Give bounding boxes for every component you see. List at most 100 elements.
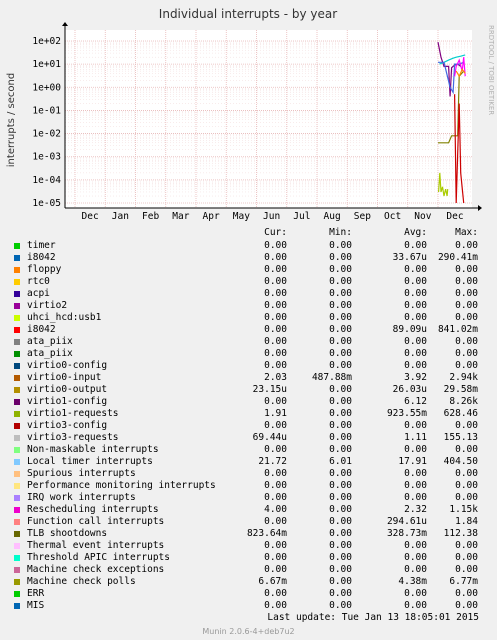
legend-label: ata_piix xyxy=(27,348,73,359)
legend-swatch xyxy=(14,291,20,297)
legend-row: Machine check exceptions 0.00 0.00 0.00 0.00 xyxy=(0,564,497,576)
legend-max-value: 0.00 xyxy=(455,444,478,455)
legend-max-value: 0.00 xyxy=(455,300,478,311)
legend-min-value: 487.88m xyxy=(311,372,352,383)
legend-min-value: 0.00 xyxy=(329,264,352,275)
legend-max-value: 0.00 xyxy=(455,480,478,491)
legend-max-value: 0.00 xyxy=(455,312,478,323)
legend-swatch xyxy=(14,519,20,525)
legend-min-value: 0.00 xyxy=(329,528,352,539)
y-tick-label: 1e+02 xyxy=(32,36,61,47)
legend-swatch xyxy=(14,411,20,417)
header-max: Max: xyxy=(455,227,478,238)
x-tick-label: Dec xyxy=(82,211,99,222)
legend-label: acpi xyxy=(27,288,50,299)
legend-min-value: 0.00 xyxy=(329,300,352,311)
legend-row: i8042 0.00 0.00 89.09u 841.02m xyxy=(0,324,497,336)
legend-row: Thermal event interrupts 0.00 0.00 0.00 0.00 xyxy=(0,540,497,552)
legend-label: floppy xyxy=(27,264,62,275)
legend-label: virtio0-config xyxy=(27,360,108,371)
x-tick-label: Feb xyxy=(142,211,159,222)
x-tick-label: Nov xyxy=(414,211,431,222)
legend-max-value: 6.77m xyxy=(449,576,478,587)
legend-max-value: 0.00 xyxy=(455,288,478,299)
last-update: Last update: Tue Jan 13 18:05:01 2015 xyxy=(267,612,479,623)
legend-swatch xyxy=(14,255,20,261)
legend-label: Performance monitoring interrupts xyxy=(27,480,216,491)
legend-row: Rescheduling interrupts 4.00 0.00 2.32 1.15k xyxy=(0,504,497,516)
legend-row: timer 0.00 0.00 0.00 0.00 xyxy=(0,240,497,252)
x-axis-arrow xyxy=(478,205,482,211)
legend-swatch xyxy=(14,303,20,309)
legend-swatch xyxy=(14,387,20,393)
legend-max-value: 1.84 xyxy=(455,516,478,527)
legend-row: rtc0 0.00 0.00 0.00 0.00 xyxy=(0,276,497,288)
legend-max-value: 0.00 xyxy=(455,336,478,347)
legend-row: ata_piix 0.00 0.00 0.00 0.00 xyxy=(0,348,497,360)
legend-min-value: 0.00 xyxy=(329,312,352,323)
legend-swatch xyxy=(14,543,20,549)
legend-swatch xyxy=(14,555,20,561)
plot-background xyxy=(65,30,472,208)
legend-row: Function call interrupts 0.00 0.00 294.61u 1… xyxy=(0,516,497,528)
legend-max-value: 8.26k xyxy=(449,396,478,407)
legend-swatch xyxy=(14,471,20,477)
y-axis-arrow xyxy=(62,22,68,26)
legend-row: MIS 0.00 0.00 0.00 0.00 xyxy=(0,600,497,612)
x-tick-label: May xyxy=(233,211,250,222)
legend-swatch xyxy=(14,339,20,345)
legend-label: Non-maskable interrupts xyxy=(27,444,159,455)
legend-min-value: 0.00 xyxy=(329,360,352,371)
legend-row: virtio3-config 0.00 0.00 0.00 0.00 xyxy=(0,420,497,432)
legend-max-value: 0.00 xyxy=(455,552,478,563)
legend-max-value: 0.00 xyxy=(455,348,478,359)
munin-version: Munin 2.0.6-4+deb7u2 xyxy=(202,627,295,636)
y-tick-label: 1e-01 xyxy=(32,105,61,116)
legend-max-value: 0.00 xyxy=(455,600,478,611)
legend-min-value: 0.00 xyxy=(329,324,352,335)
legend-swatch xyxy=(14,567,20,573)
legend-swatch xyxy=(14,591,20,597)
legend-row: Spurious interrupts 0.00 0.00 0.00 0.00 xyxy=(0,468,497,480)
legend-row: virtio1-config 0.00 0.00 6.12 8.26k xyxy=(0,396,497,408)
legend-min-value: 0.00 xyxy=(329,348,352,359)
legend-row: Threshold APIC interrupts 0.00 0.00 0.00 0.0… xyxy=(0,552,497,564)
y-tick-label: 1e-02 xyxy=(32,129,61,140)
legend-row: virtio2 0.00 0.00 0.00 0.00 xyxy=(0,300,497,312)
legend-label: MIS xyxy=(27,600,45,611)
legend-min-value: 0.00 xyxy=(329,276,352,287)
legend-min-value: 0.00 xyxy=(329,444,352,455)
x-tick-label: Jul xyxy=(293,211,310,222)
legend-swatch xyxy=(14,375,20,381)
legend-label: Local timer interrupts xyxy=(27,456,153,467)
legend-row: virtio0-input 2.03 487.88m 3.92 2.94k xyxy=(0,372,497,384)
legend-row: virtio0-output 23.15u 0.00 26.03u 29.58m xyxy=(0,384,497,396)
y-tick-label: 1e+00 xyxy=(32,82,61,93)
legend-label: Spurious interrupts xyxy=(27,468,136,479)
legend-swatch xyxy=(14,459,20,465)
legend-label: timer xyxy=(27,240,56,251)
legend-row: virtio1-requests 1.91 0.00 923.55m 628.46 xyxy=(0,408,497,420)
legend-row: IRQ work interrupts 0.00 0.00 0.00 0.00 xyxy=(0,492,497,504)
legend-label: TLB shootdowns xyxy=(27,528,108,539)
legend-swatch xyxy=(14,507,20,513)
legend-min-value: 0.00 xyxy=(329,492,352,503)
y-tick-label: 1e+01 xyxy=(32,59,61,70)
legend-label: Machine check exceptions xyxy=(27,564,165,575)
legend-max-value: 1.15k xyxy=(449,504,478,515)
legend-table: Cur: Min: Avg: Max: timer 0.00 0.00 0.00 0.0… xyxy=(0,226,497,612)
legend-row: ata_piix 0.00 0.00 0.00 0.00 xyxy=(0,336,497,348)
legend-label: IRQ work interrupts xyxy=(27,492,136,503)
legend-label: rtc0 xyxy=(27,276,50,287)
legend-label: Rescheduling interrupts xyxy=(27,504,159,515)
legend-max-value: 290.41m xyxy=(437,252,478,263)
legend-row: Local timer interrupts 21.72 6.01 17.91 404.… xyxy=(0,456,497,468)
legend-min-value: 6.01 xyxy=(329,456,352,467)
legend-row: virtio0-config 0.00 0.00 0.00 0.00 xyxy=(0,360,497,372)
legend-label: Machine check polls xyxy=(27,576,136,587)
y-axis-label: interrupts / second xyxy=(6,73,17,167)
legend-row: floppy 0.00 0.00 0.00 0.00 xyxy=(0,264,497,276)
legend-min-value: 0.00 xyxy=(329,384,352,395)
x-tick-labels: Dec Jan Feb Mar Apr May Jun Jul Aug Sep Oct Nov Dec xyxy=(82,211,464,222)
rrdtool-credit: RRDTOOL / TOBI OETIKER xyxy=(487,25,495,115)
